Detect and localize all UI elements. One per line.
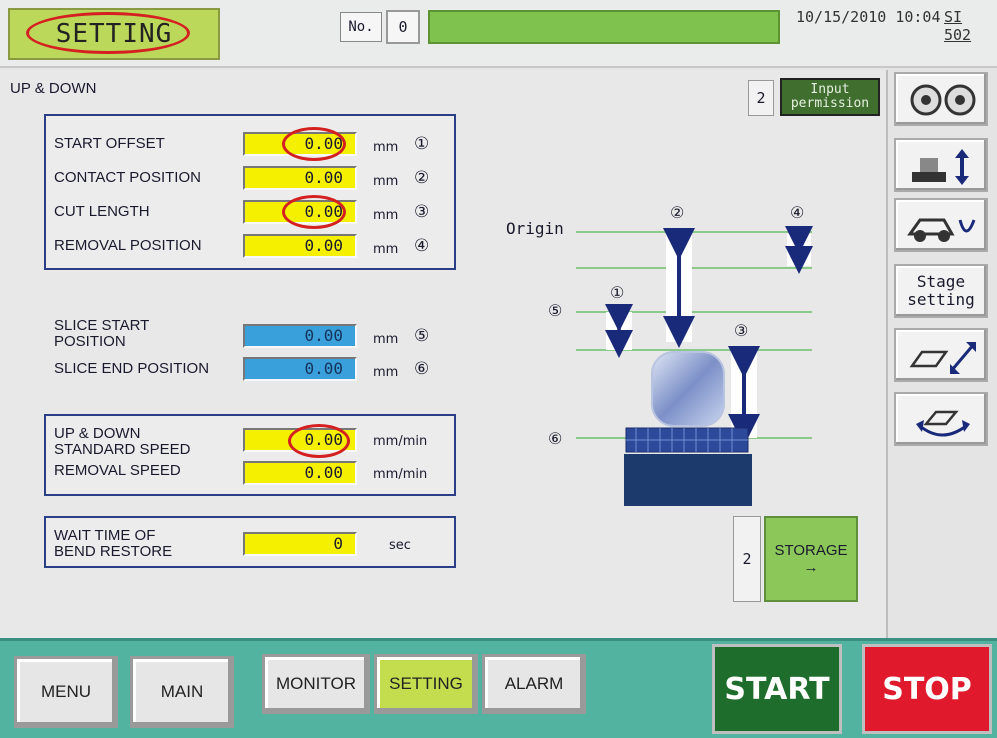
rotate-button[interactable] — [894, 392, 988, 446]
setting-tab[interactable]: SETTING — [374, 654, 478, 714]
slice-end-field[interactable]: 0.00 — [243, 357, 357, 381]
wait-time-field[interactable]: 0 — [243, 532, 357, 556]
marker-6: ⑥ — [414, 359, 430, 379]
marker-2: ② — [414, 168, 430, 188]
diagram-marker-5: ⑤ — [548, 301, 562, 320]
cut-length-label: CUT LENGTH — [54, 203, 150, 220]
input-permission-button[interactable]: Input permission — [780, 78, 880, 116]
removal-position-label: REMOVAL POSITION — [54, 237, 202, 254]
storage-arrow-icon: → — [803, 559, 819, 576]
wait-time-label-2: BEND RESTORE — [54, 543, 173, 560]
storage-count: 2 — [733, 516, 761, 602]
diagram-marker-4: ④ — [790, 203, 804, 222]
main-button[interactable]: MAIN — [130, 656, 234, 728]
diagram-marker-3: ③ — [734, 321, 748, 340]
ingot-shape — [651, 351, 725, 427]
section-title: UP & DOWN — [10, 80, 97, 97]
screen-title: SETTING — [8, 8, 220, 60]
carriage-icon — [907, 218, 976, 242]
menu-button[interactable]: MENU — [14, 656, 118, 728]
stage-setting-label-2: setting — [907, 290, 975, 309]
carriage-button[interactable] — [894, 198, 988, 252]
stage-setting-button[interactable]: Stage setting — [894, 264, 988, 318]
start-offset-unit: mm — [373, 140, 399, 155]
cut-length-field[interactable]: 0.00 — [243, 200, 357, 224]
number-label: No. — [340, 12, 382, 42]
wait-time-unit: sec — [389, 538, 411, 553]
contact-position-unit: mm — [373, 174, 399, 189]
contact-position-field[interactable]: 0.00 — [243, 166, 357, 190]
wait-time-label-1: WAIT TIME OF — [54, 527, 156, 544]
start-offset-field[interactable]: 0.00 — [243, 132, 357, 156]
marker-3: ③ — [414, 202, 430, 222]
stage-setting-label-1: Stage — [916, 272, 966, 291]
slice-start-field[interactable]: 0.00 — [243, 324, 357, 348]
start-button[interactable]: START — [712, 644, 842, 734]
contact-position-label: CONTACT POSITION — [54, 169, 201, 186]
diagram-marker-6: ⑥ — [548, 429, 562, 448]
monitor-tab[interactable]: MONITOR — [262, 654, 370, 714]
slice-start-label-2: POSITION — [54, 333, 126, 350]
marker-1: ① — [414, 134, 430, 154]
storage-button[interactable]: STORAGE → — [764, 516, 858, 602]
diagonal-move-button[interactable] — [894, 328, 988, 382]
removal-speed-label: REMOVAL SPEED — [54, 462, 181, 479]
diagram-marker-2: ② — [670, 203, 684, 222]
origin-label: Origin — [506, 219, 564, 238]
removal-speed-unit: mm/min — [373, 467, 428, 482]
updown-icon — [912, 149, 969, 185]
reel-button[interactable] — [894, 72, 988, 126]
diagram-marker-1: ① — [610, 283, 624, 302]
storage-label: STORAGE — [774, 542, 848, 559]
removal-position-field[interactable]: 0.00 — [243, 234, 357, 258]
slice-end-label: SLICE END POSITION — [54, 360, 210, 377]
updown-speed-unit: mm/min — [373, 434, 428, 449]
input-permission-label-1: Input — [810, 82, 850, 97]
removal-speed-field[interactable]: 0.00 — [243, 461, 357, 485]
slice-start-unit: mm — [373, 332, 399, 347]
number-value[interactable]: 0 — [386, 10, 420, 44]
updown-diagram: Origin ② ④ ⑤ ① ③ ⑥ — [506, 203, 813, 506]
stage-base — [624, 454, 752, 506]
reels-icon — [910, 84, 976, 116]
marker-4: ④ — [414, 236, 430, 256]
datetime-display: 10/15/2010 10:04 — [796, 8, 941, 26]
stop-button[interactable]: STOP — [862, 644, 992, 734]
diagonal-arrow-icon — [909, 342, 976, 374]
marker-5: ⑤ — [414, 326, 430, 346]
slice-end-unit: mm — [373, 365, 399, 380]
rotate-icon — [916, 410, 970, 437]
screen-title-text: SETTING — [55, 19, 173, 49]
alarm-tab[interactable]: ALARM — [482, 654, 586, 714]
cut-length-unit: mm — [373, 208, 399, 223]
updown-button[interactable] — [894, 138, 988, 192]
slice-start-label-1: SLICE START — [54, 317, 150, 334]
input-permission-label-2: permission — [790, 96, 870, 111]
status-bar — [428, 10, 780, 44]
updown-speed-label-2: STANDARD SPEED — [54, 441, 191, 458]
updown-speed-label-1: UP & DOWN — [54, 425, 141, 442]
removal-position-unit: mm — [373, 242, 399, 257]
system-code: SI 502 — [944, 8, 972, 44]
start-offset-label: START OFFSET — [54, 135, 165, 152]
updown-speed-field[interactable]: 0.00 — [243, 428, 357, 452]
input-permission-count: 2 — [748, 80, 774, 116]
